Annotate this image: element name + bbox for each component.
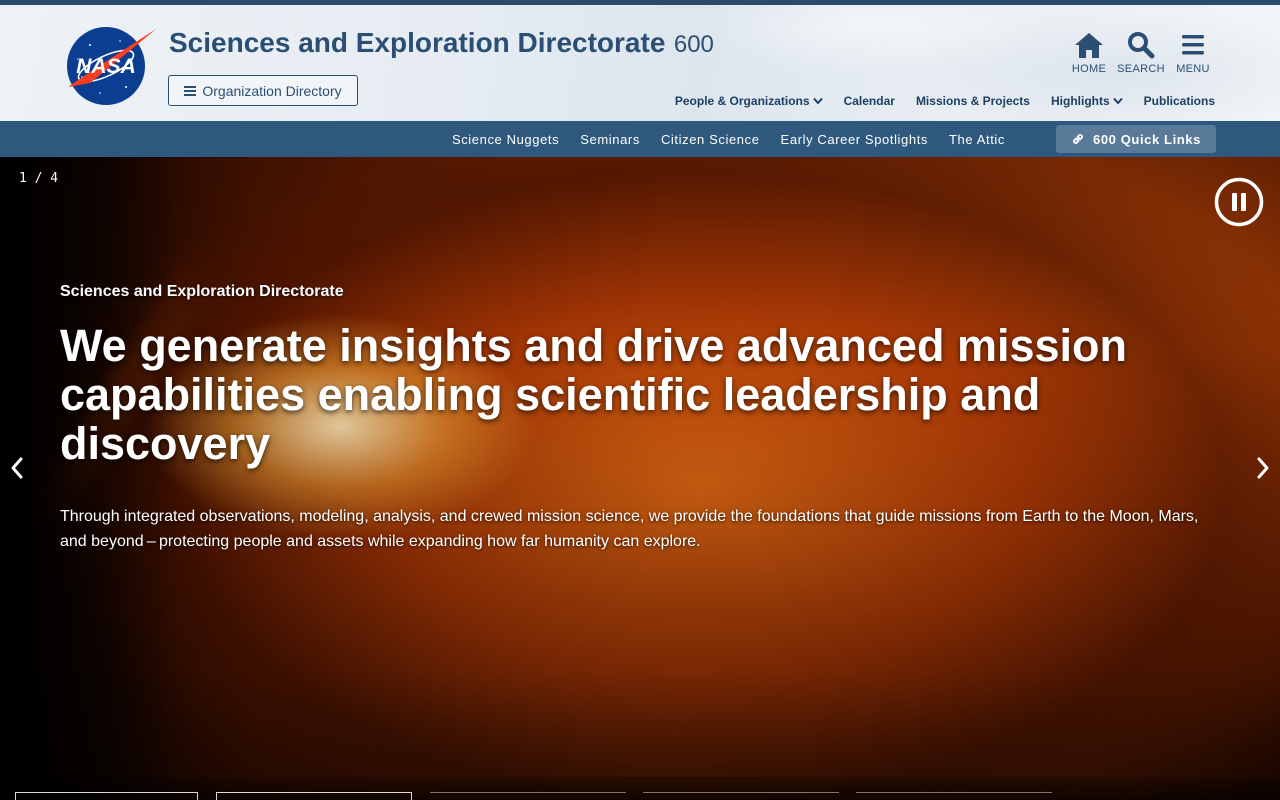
home-icon [1075,33,1103,58]
subnav-early-career-spotlights[interactable]: Early Career Spotlights [781,132,928,147]
chevron-left-icon [11,457,23,479]
quick-links-label: 600 Quick Links [1093,131,1201,147]
slide-thumbnail[interactable] [430,792,626,800]
menu-icon [1182,35,1204,55]
nasa-logo[interactable]: NASA [60,25,158,107]
chevron-down-icon [1112,97,1123,105]
chevron-down-icon [812,97,823,105]
slide-thumbnail[interactable] [15,792,198,800]
hero-headline: We generate insights and drive advanced … [60,320,1127,469]
nav-label: Highlights [1050,94,1110,108]
home-button[interactable]: HOME [1065,31,1113,75]
slide-counter: 1 / 4 [19,171,59,186]
nav-label: Missions & Projects [915,94,1030,108]
hero-content: Sciences and Exploration Directorate We … [60,283,1220,554]
nav-publications[interactable]: Publications [1144,94,1215,108]
site-title-text: Sciences and Exploration Directorate [169,27,666,58]
slide-thumbnails [0,777,1280,800]
nav-highlights[interactable]: Highlights [1051,94,1123,108]
previous-slide-button[interactable] [6,455,28,481]
next-slide-button[interactable] [1252,455,1274,481]
nav-calendar[interactable]: Calendar [844,94,895,108]
chevron-right-icon [1257,457,1269,479]
logo-text: NASA [76,55,136,78]
hero-description: Through integrated observations, modelin… [60,508,1199,550]
list-icon [184,85,197,96]
subnav-science-nuggets[interactable]: Science Nuggets [452,132,559,147]
nav-label: Publications [1143,94,1215,108]
secondary-navigation: Science Nuggets Seminars Citizen Science… [0,121,1280,157]
organization-directory-label: Organization Directory [202,82,342,99]
subnav-citizen-science[interactable]: Citizen Science [661,132,760,147]
menu-label: MENU [1176,63,1210,75]
pause-button[interactable] [1214,177,1264,227]
search-icon [1128,32,1155,59]
slide-thumbnail[interactable] [216,792,412,800]
nav-label: Calendar [843,94,895,108]
quick-links-button[interactable]: 600 Quick Links [1056,125,1216,153]
search-label: SEARCH [1117,63,1165,75]
nav-label: People & Organizations [674,94,810,108]
hero-eyebrow: Sciences and Exploration Directorate [60,283,344,300]
nav-people-organizations[interactable]: People & Organizations [675,94,823,108]
search-button[interactable]: SEARCH [1117,31,1165,75]
hero-carousel: 1 / 4 Sciences and Exploration Directora… [0,157,1280,800]
nav-missions-projects[interactable]: Missions & Projects [916,94,1030,108]
menu-button[interactable]: MENU [1169,31,1217,75]
site-title[interactable]: Sciences and Exploration Directorate 600 [169,27,714,59]
pause-ring [1214,177,1264,227]
home-label: HOME [1071,63,1107,75]
subnav-the-attic[interactable]: The Attic [949,132,1005,147]
slide-thumbnail[interactable] [643,792,839,800]
pause-icon [1232,193,1246,211]
main-navigation: People & Organizations Calendar Missions… [675,94,1215,108]
organization-directory-button[interactable]: Organization Directory [168,75,358,106]
link-icon [1073,134,1083,144]
subnav-seminars[interactable]: Seminars [580,132,640,147]
slide-thumbnail[interactable] [856,792,1052,800]
directorate-code: 600 [673,31,714,58]
site-header: NASA Sciences and Exploration Directorat… [0,5,1280,121]
